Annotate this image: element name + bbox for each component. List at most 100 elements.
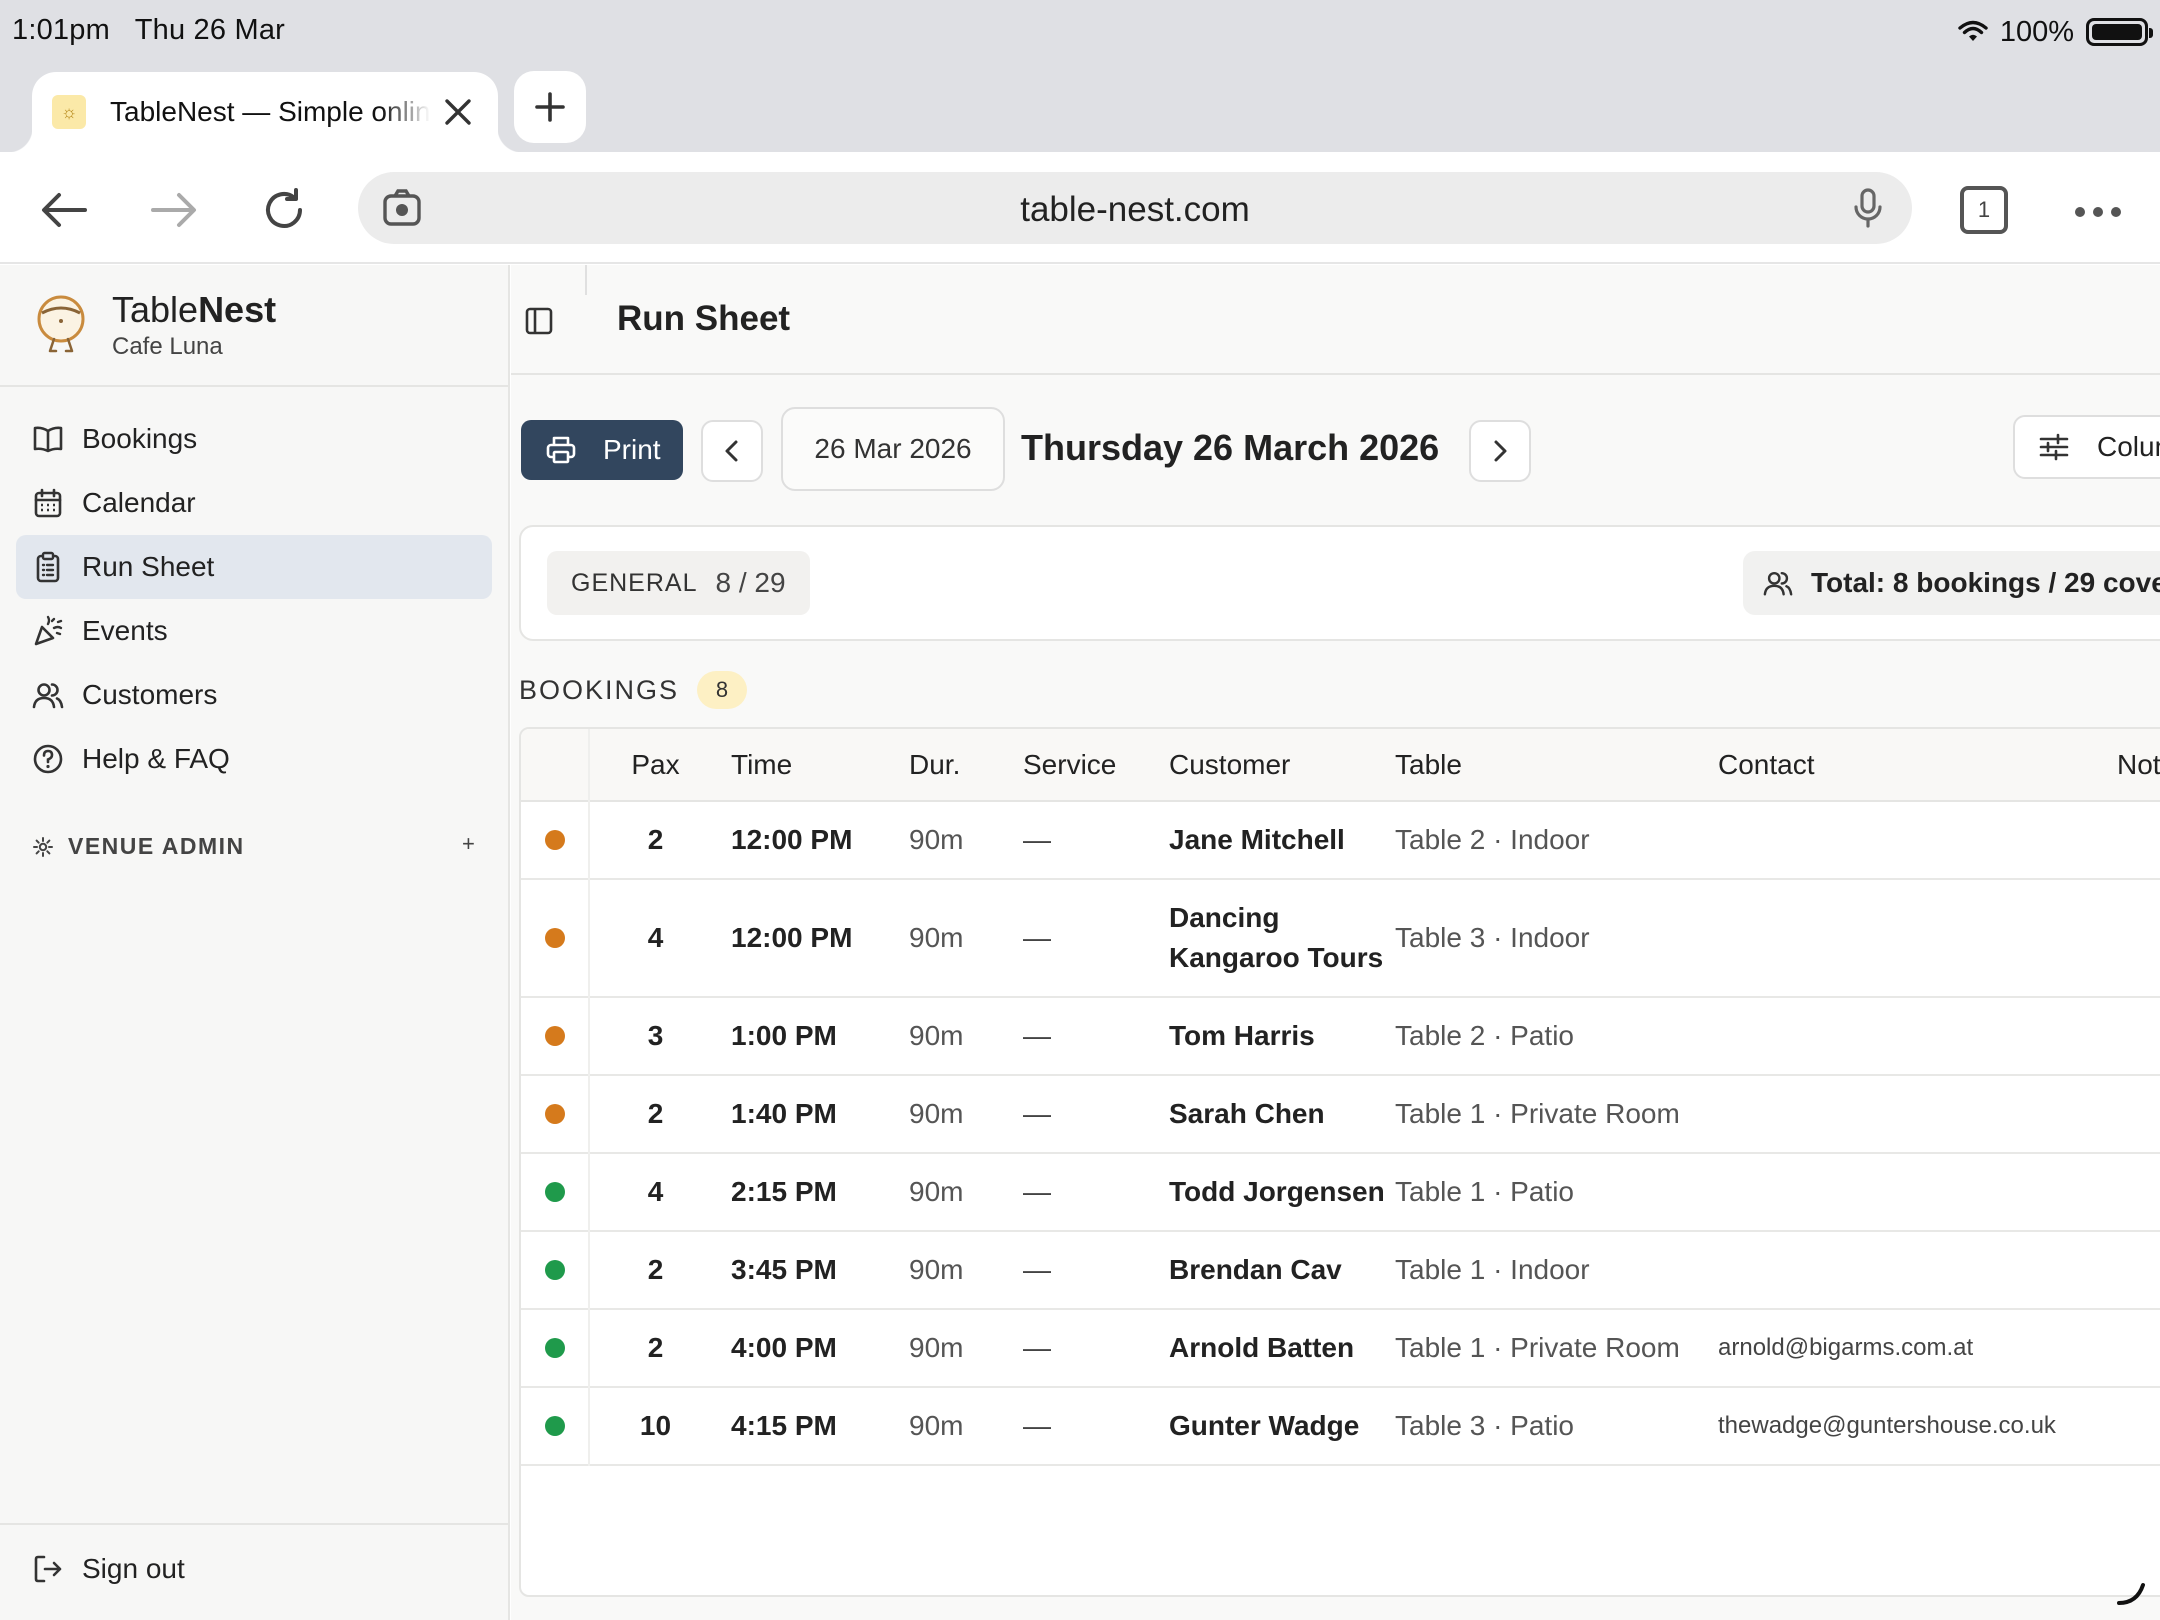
status-dot	[521, 1231, 590, 1309]
forward-button[interactable]	[144, 180, 204, 240]
sidebar-toggle-icon[interactable]	[521, 303, 557, 339]
cell-time: 12:00 PM	[731, 922, 853, 953]
resize-handle-icon[interactable]	[2113, 1573, 2153, 1613]
sidebar-nav: Bookings Calendar Run Sheet Events Custo…	[16, 407, 492, 791]
table-row[interactable]: 2 12:00 PM 90m — Jane Mitchell Table 2 · Indo…	[521, 801, 2160, 879]
status-dot	[521, 997, 590, 1075]
help-circle-icon	[32, 743, 64, 775]
service-chip-general[interactable]: GENERAL 8 / 29	[547, 551, 810, 615]
cell-service: —	[1023, 1176, 1051, 1207]
sidebar-item-bookings[interactable]: Bookings	[16, 407, 492, 471]
sidebar-item-customers[interactable]: Customers	[16, 663, 492, 727]
tablenest-logo	[37, 295, 85, 353]
table-row[interactable]: 3 1:00 PM 90m — Tom Harris Table 2 · Patio	[521, 997, 2160, 1075]
run-sheet-controls: Print 26 Mar 2026 Thursday 26 March 2026…	[511, 407, 2160, 503]
browser-toolbar: table-nest.com 1	[0, 152, 2160, 264]
columns-label: Columns	[2097, 431, 2160, 462]
calendar-icon	[32, 487, 64, 519]
brand-name: TableNest	[112, 289, 276, 331]
sidebar-item-label: Help & FAQ	[82, 743, 230, 774]
header-divider	[585, 265, 587, 295]
sidebar-item-help[interactable]: Help & FAQ	[16, 727, 492, 791]
cell-service: —	[1023, 1098, 1051, 1129]
status-indicator	[544, 1026, 565, 1046]
cell-pax: 2	[647, 1254, 664, 1285]
cell-customer: Tom Harris	[1169, 1020, 1315, 1051]
more-options-icon[interactable]	[2068, 182, 2128, 242]
columns-button[interactable]: Columns	[2013, 415, 2160, 479]
status-bar: 1:01pm Thu 26 Mar 100%	[0, 0, 2160, 66]
cell-time: 1:00 PM	[731, 1020, 837, 1051]
cell-notes	[2107, 1153, 2160, 1231]
cell-duration: 90m	[909, 1020, 964, 1051]
col-notes[interactable]: Notes	[2107, 729, 2160, 801]
cell-contact	[1712, 1153, 2107, 1231]
new-tab-button[interactable]	[514, 71, 586, 143]
col-pax[interactable]: Pax	[589, 729, 721, 801]
col-duration[interactable]: Dur.	[901, 729, 1013, 801]
cell-customer: Jane Mitchell	[1169, 824, 1345, 855]
sign-out-button[interactable]: Sign out	[32, 1553, 185, 1585]
status-indicator	[544, 1416, 565, 1436]
tab-title: TableNest — Simple online booking	[110, 96, 430, 127]
print-button[interactable]: Print	[521, 420, 683, 480]
cell-time: 4:15 PM	[731, 1410, 837, 1441]
section-expand-icon[interactable]: +	[462, 831, 475, 857]
col-time[interactable]: Time	[721, 729, 901, 801]
cell-pax: 2	[647, 1098, 664, 1129]
table-row[interactable]: 10 4:15 PM 90m — Gunter Wadge Table 3 · Patio…	[521, 1387, 2160, 1465]
table-row[interactable]: 2 4:00 PM 90m — Arnold Batten Table 1 · Priva…	[521, 1309, 2160, 1387]
cell-notes	[2107, 1231, 2160, 1309]
col-table[interactable]: Table	[1389, 729, 1712, 801]
venue-admin-section[interactable]: VENUE ADMIN	[32, 833, 245, 860]
total-text: Total: 8 bookings / 29 covers	[1811, 567, 2160, 598]
browser-tab[interactable]: ☼ TableNest — Simple online booking	[8, 72, 522, 152]
col-contact[interactable]: Contact	[1712, 729, 2107, 801]
brand-name-light: Table	[112, 289, 199, 330]
status-dot	[521, 879, 590, 997]
cell-contact	[1712, 801, 2107, 879]
cell-contact: arnold@bigarms.com.at	[1718, 1334, 1974, 1361]
col-service[interactable]: Service	[1013, 729, 1161, 801]
date-input[interactable]: 26 Mar 2026	[781, 407, 1005, 491]
cell-service: —	[1023, 1332, 1051, 1363]
sidebar-item-calendar[interactable]: Calendar	[16, 471, 492, 535]
next-day-button[interactable]	[1469, 420, 1531, 482]
back-button[interactable]	[34, 180, 94, 240]
sidebar-item-run-sheet[interactable]: Run Sheet	[16, 535, 492, 599]
sidebar-footer: Sign out	[0, 1523, 508, 1620]
main-content: Run Sheet Print 26 Mar 2026 Thursday 26 …	[511, 265, 2160, 1620]
status-indicators: 100%	[1958, 14, 2153, 50]
sidebar-item-label: Bookings	[82, 423, 198, 454]
table-row[interactable]: 2 1:40 PM 90m — Sarah Chen Table 1 · Private …	[521, 1075, 2160, 1153]
cell-contact	[1712, 879, 2107, 997]
col-customer[interactable]: Customer	[1161, 729, 1389, 801]
table-row[interactable]: 2 3:45 PM 90m — Brendan Cav Table 1 · Indoor	[521, 1231, 2160, 1309]
sidebar-item-label: Events	[82, 615, 168, 646]
cell-service: —	[1023, 1254, 1051, 1285]
address-bar[interactable]: table-nest.com	[358, 172, 1912, 244]
cell-contact: thewadge@guntershouse.co.uk	[1718, 1412, 2056, 1439]
tab-switcher-button[interactable]: 1	[1960, 186, 2008, 234]
cell-duration: 90m	[909, 1254, 964, 1285]
reload-button[interactable]	[254, 180, 314, 240]
cell-pax: 4	[647, 1176, 664, 1207]
cell-service: —	[1023, 1020, 1051, 1051]
previous-day-button[interactable]	[701, 420, 763, 482]
cell-pax: 2	[647, 1332, 664, 1363]
cell-time: 12:00 PM	[731, 824, 853, 855]
cell-notes	[2107, 1387, 2160, 1465]
table-row[interactable]: 4 12:00 PM 90m — Dancing Kangaroo Tours Table…	[521, 879, 2160, 997]
status-dot	[521, 1153, 590, 1231]
tab-close-icon[interactable]	[436, 90, 480, 134]
cell-time: 3:45 PM	[731, 1254, 837, 1285]
status-time: 1:01pm Thu 26 Mar	[12, 14, 285, 47]
status-dot	[521, 1309, 590, 1387]
table-row[interactable]: 4 2:15 PM 90m — Todd Jorgensen Table 1 · Pati…	[521, 1153, 2160, 1231]
cell-duration: 90m	[909, 1332, 964, 1363]
users-icon	[32, 679, 64, 711]
status-dot	[521, 1075, 590, 1153]
main-header: Run Sheet	[511, 265, 2160, 375]
sidebar-item-events[interactable]: Events	[16, 599, 492, 663]
microphone-icon[interactable]	[1844, 184, 1892, 232]
